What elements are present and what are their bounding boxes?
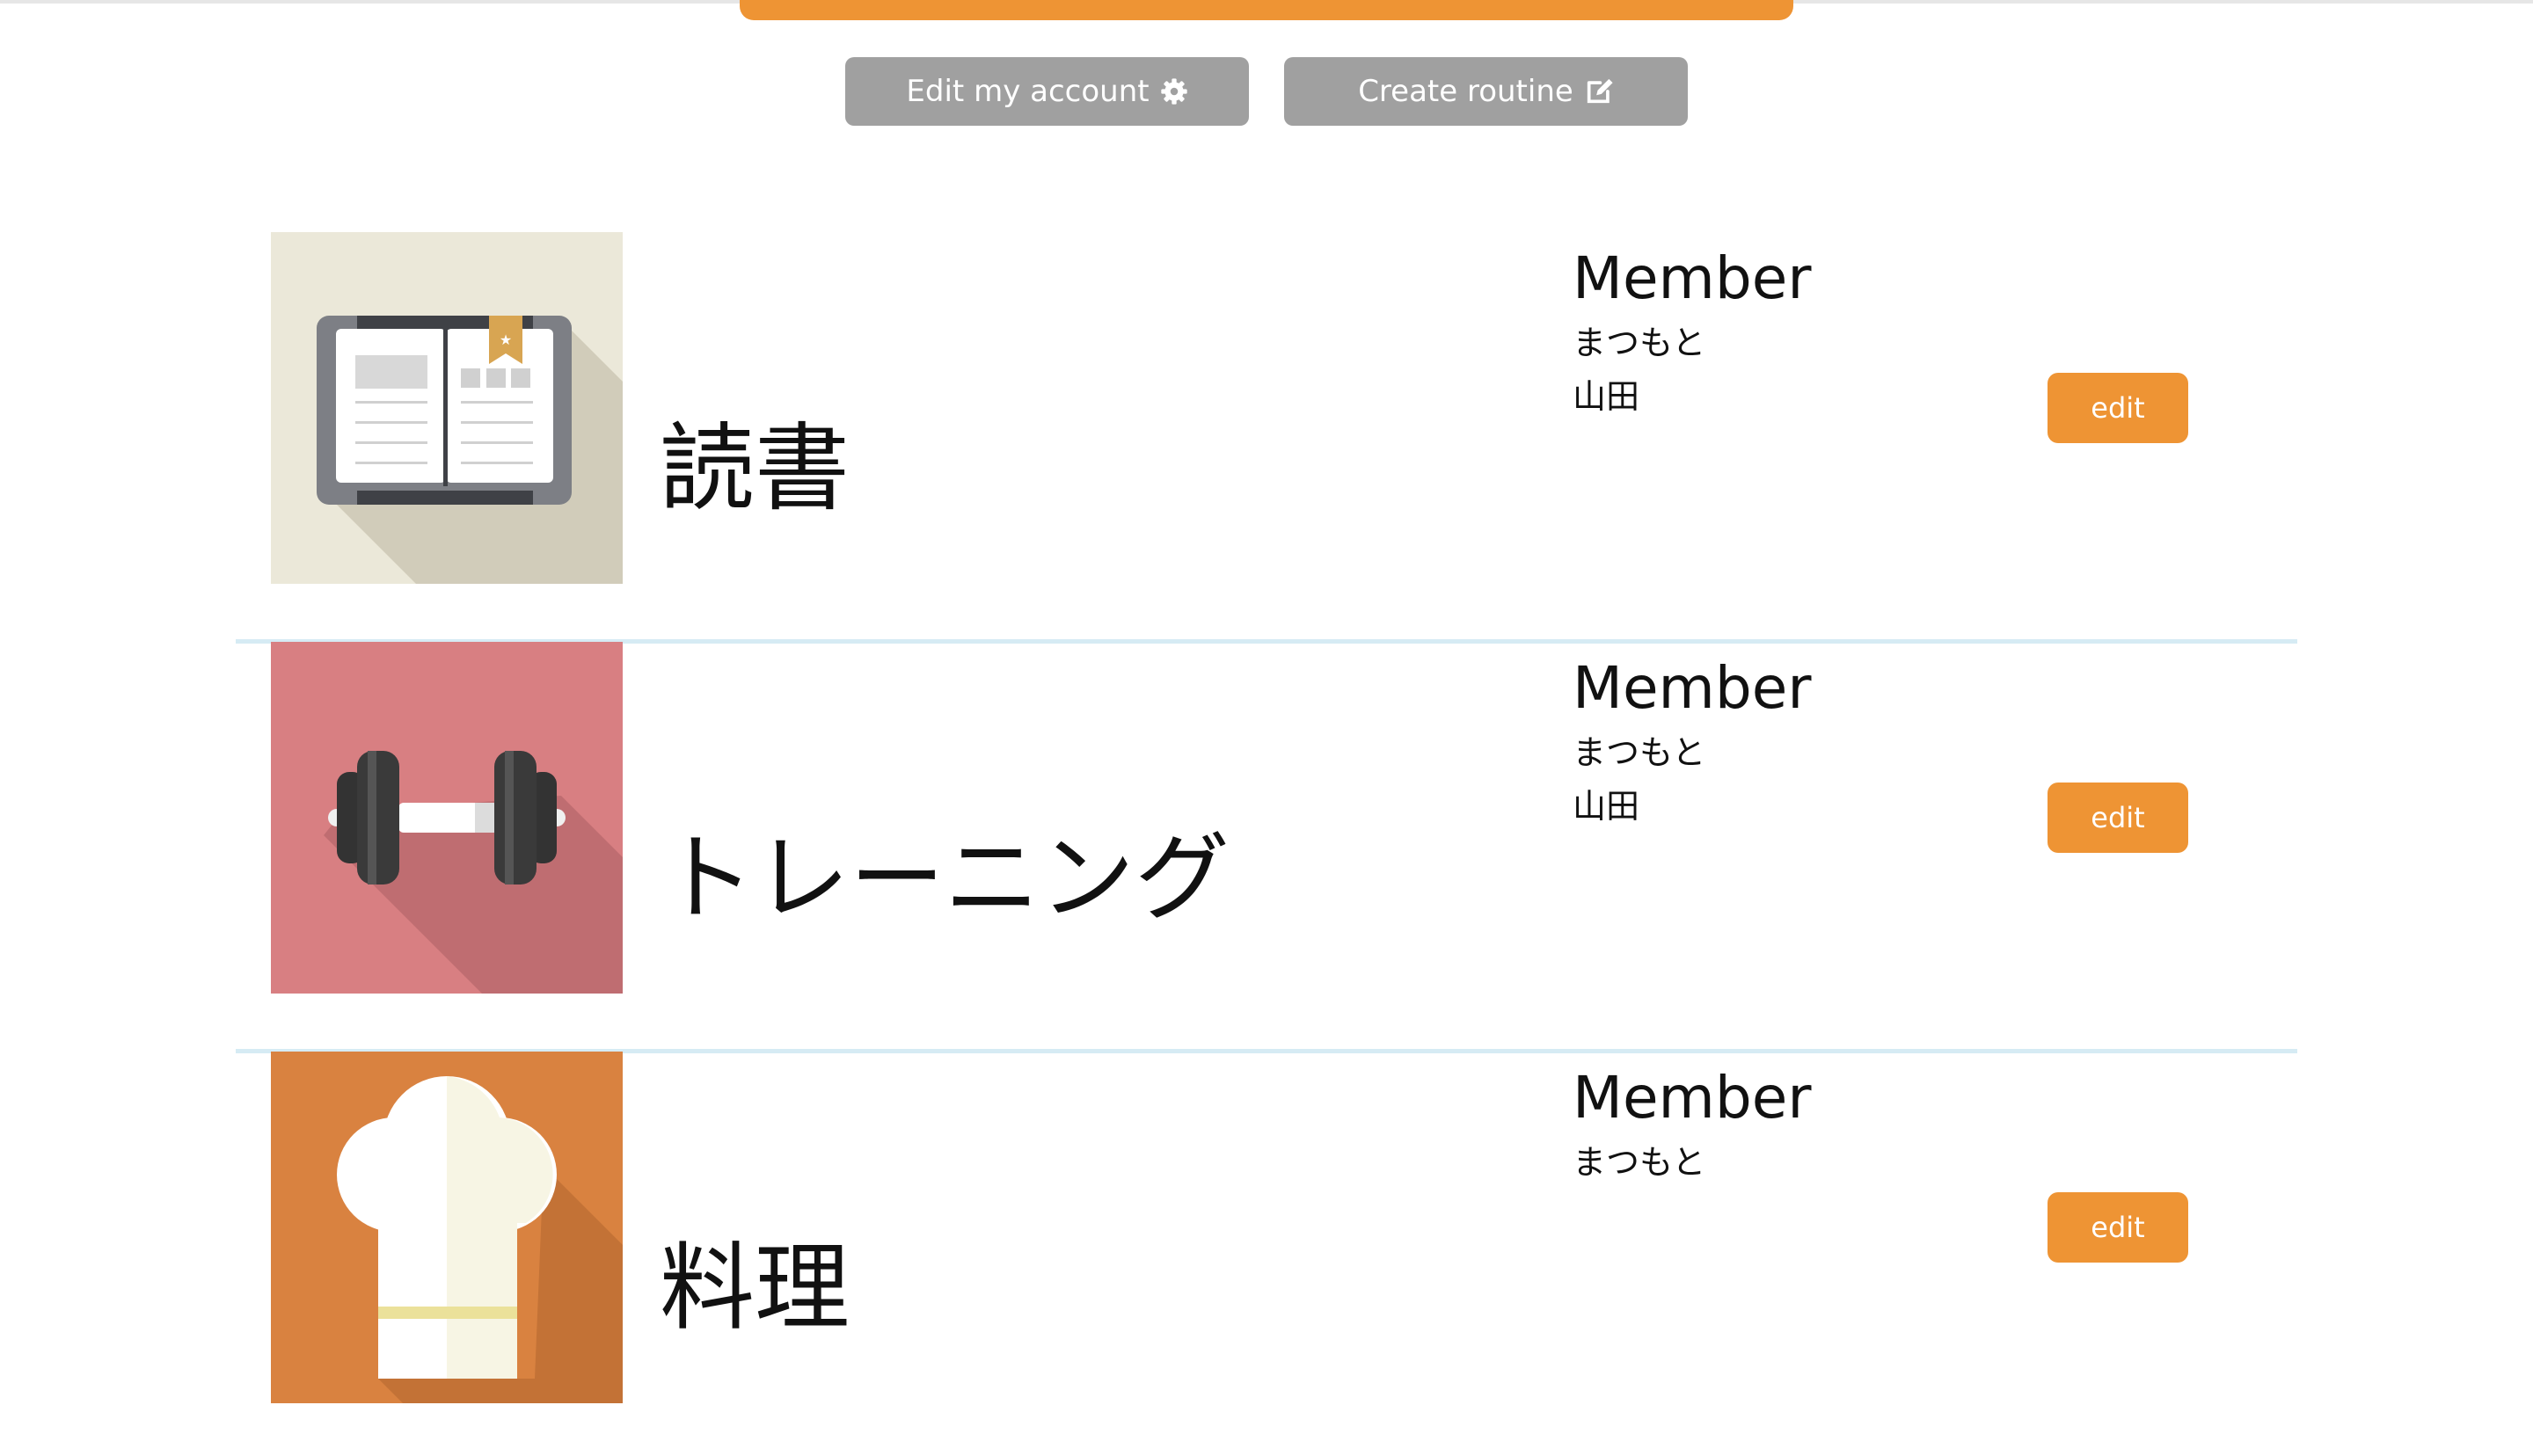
edit-button[interactable]: edit: [2048, 373, 2188, 443]
routine-item: 料理 Member まつもと edit: [236, 1052, 2297, 1456]
member-heading: Member: [1573, 244, 1812, 312]
member-name: 山田: [1573, 787, 1640, 826]
member-list: Member まつもと 山田: [1573, 241, 1811, 424]
member-name: まつもと: [1573, 733, 1706, 772]
member-list: Member まつもと 山田: [1573, 651, 1811, 834]
routine-title: トレーニング: [660, 824, 1230, 934]
routine-item: トレーニング Member まつもと 山田 edit: [236, 642, 2297, 1053]
routine-item: ★ 読書 Member まつもと 山田 edit: [236, 232, 2297, 644]
book-icon: ★: [271, 232, 623, 584]
edit-button[interactable]: edit: [2048, 1192, 2188, 1263]
member-heading: Member: [1573, 654, 1812, 722]
edit-square-icon: [1584, 76, 1614, 106]
gear-icon: [1160, 77, 1188, 106]
member-heading: Member: [1573, 1064, 1812, 1132]
edit-button[interactable]: edit: [2048, 783, 2188, 853]
dumbbell-icon: [271, 642, 623, 994]
member-name: まつもと: [1573, 1143, 1706, 1182]
svg-text:★: ★: [500, 331, 512, 348]
edit-account-label: Edit my account: [906, 74, 1150, 109]
routine-title: 料理: [660, 1234, 850, 1343]
member-name: まつもと: [1573, 324, 1706, 362]
edit-account-button[interactable]: Edit my account: [845, 57, 1249, 126]
chef-hat-icon: [271, 1052, 623, 1403]
member-list: Member まつもと: [1573, 1060, 1811, 1190]
header-accent-bar: [740, 0, 1793, 20]
member-name: 山田: [1573, 377, 1640, 416]
routine-title: 読書: [660, 414, 850, 524]
create-routine-label: Create routine: [1358, 74, 1573, 109]
create-routine-button[interactable]: Create routine: [1284, 57, 1688, 126]
